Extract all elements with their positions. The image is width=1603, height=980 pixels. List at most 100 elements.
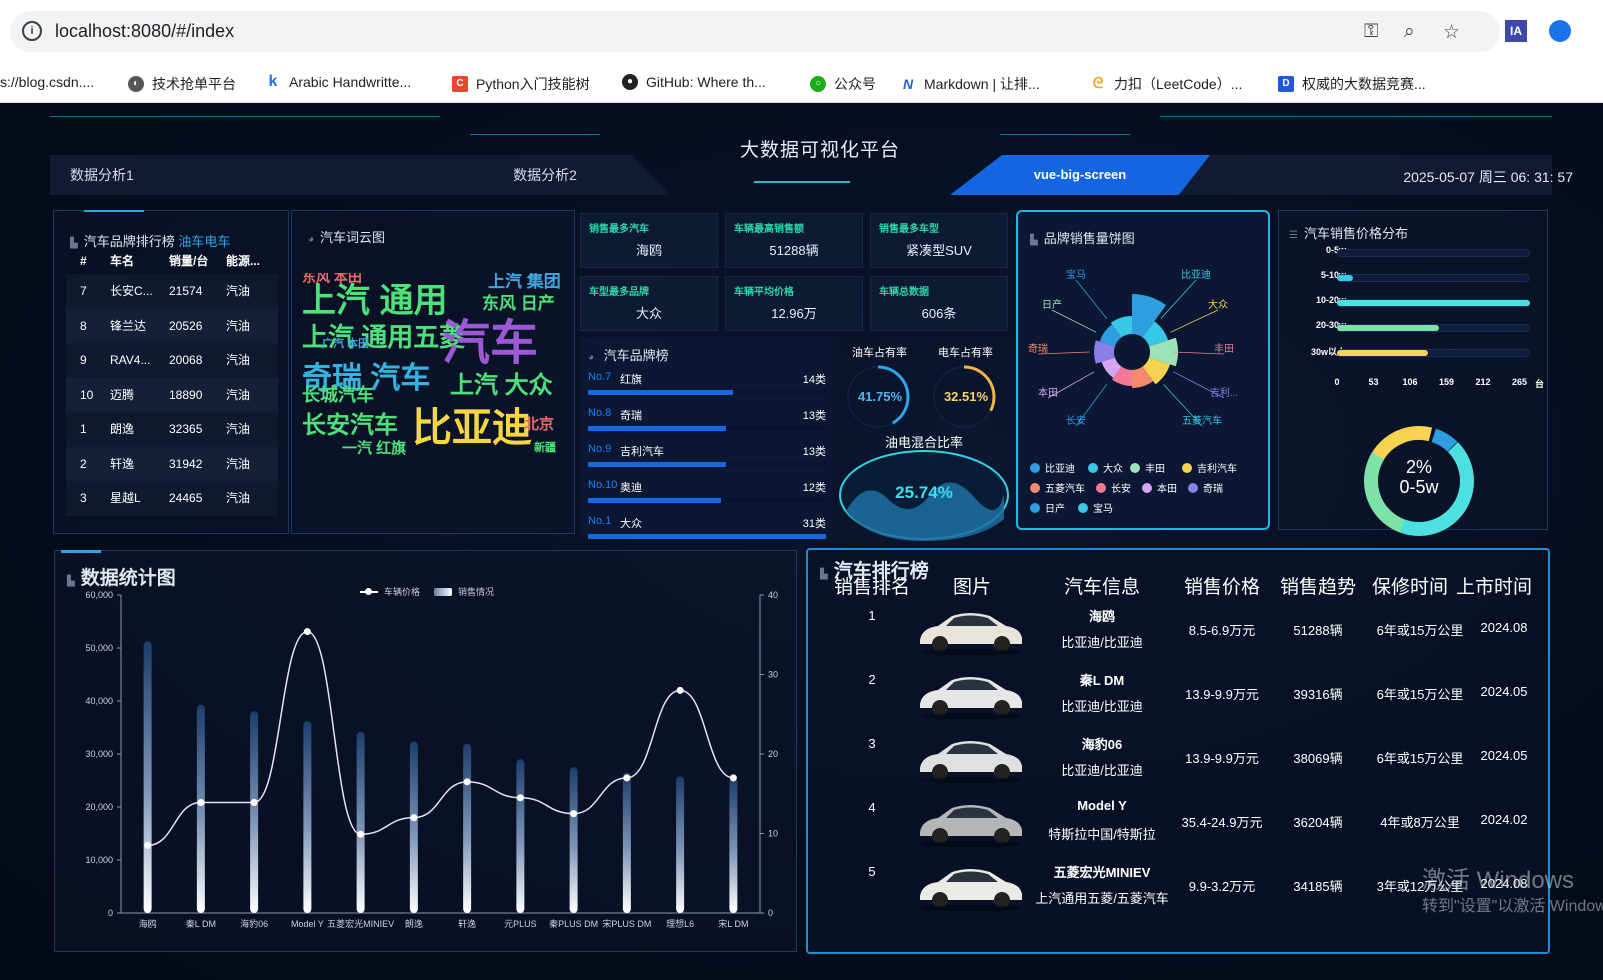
- zoom-icon[interactable]: ⌕: [1404, 21, 1415, 43]
- bar[interactable]: [196, 704, 205, 913]
- windows-watermark-sub: 转到"设置"以激活 Windows。: [1422, 898, 1603, 915]
- bar[interactable]: [516, 759, 525, 913]
- line-point[interactable]: [144, 841, 152, 849]
- warranty-cell: 4年或8万公里: [1380, 815, 1460, 830]
- col-header: 销售趋势: [1279, 577, 1356, 598]
- legend-item[interactable]: 吉利汽车: [1182, 460, 1237, 475]
- axis-tick: 0: [1334, 377, 1340, 387]
- price-bar-row: 10-20w: [1279, 295, 1534, 315]
- line-point[interactable]: [303, 628, 311, 636]
- line-point[interactable]: [516, 794, 524, 802]
- table-row[interactable]: 8 锋兰达 20526 汽油: [66, 308, 278, 343]
- line-point[interactable]: [676, 686, 684, 694]
- brand-count: 13类: [802, 410, 826, 422]
- y-right-tick: 10: [768, 829, 778, 839]
- bookmark-item[interactable]: ᘓ 力扣（LeetCode）...: [1090, 74, 1243, 94]
- address-bar[interactable]: i localhost:8080/#/index: [10, 11, 1500, 52]
- table-row[interactable]: 2 轩逸 31942 汽油: [66, 446, 278, 481]
- axis-tick: 265: [1511, 377, 1528, 387]
- table-row[interactable]: 3 海豹06 比亚迪/比亚迪 13.9-9.9万元 38069辆 6年或15万公里 2024…: [818, 732, 1548, 796]
- address-url[interactable]: localhost:8080/#/index: [55, 21, 234, 42]
- key-icon[interactable]: ⚿: [1364, 21, 1378, 43]
- brand-board-item[interactable]: No.7 红旗 14类: [588, 367, 826, 403]
- brand-count: 14类: [802, 374, 826, 386]
- bar[interactable]: [143, 641, 152, 913]
- legend-item[interactable]: 五菱汽车: [1030, 480, 1085, 495]
- site-info-icon[interactable]: i: [22, 21, 42, 41]
- y-left-tick: 0: [108, 908, 113, 918]
- legend-item[interactable]: 奇瑞: [1188, 480, 1223, 495]
- line-point[interactable]: [729, 774, 737, 782]
- extension-icon[interactable]: [1549, 20, 1571, 42]
- col-header: #: [80, 254, 87, 268]
- bar[interactable]: [356, 731, 365, 913]
- brand-board-item[interactable]: No.9 吉利汽车 13类: [588, 439, 826, 475]
- star-icon[interactable]: ☆: [1443, 21, 1460, 44]
- tab-vue-big-screen[interactable]: vue-big-screen: [950, 155, 1210, 195]
- car-image[interactable]: [914, 606, 1026, 656]
- car-image[interactable]: [914, 862, 1026, 912]
- stats-chart-panel: ▙ 数据统计图 车辆价格 销售情况 0 10,000 20,000 30,000 40,0…: [54, 550, 797, 952]
- bar[interactable]: [250, 711, 259, 913]
- line-point[interactable]: [623, 774, 631, 782]
- table-row[interactable]: 7 长安C... 21574 汽油: [66, 274, 278, 309]
- table-row[interactable]: 9 RAV4... 20068 汽油: [66, 343, 278, 378]
- bookmark-item[interactable]: ○ 公众号: [810, 74, 876, 94]
- brand-board-item[interactable]: No.1 大众 31类: [588, 511, 826, 547]
- bookmark-item[interactable]: ● GitHub: Where th...: [622, 74, 766, 90]
- bar[interactable]: [409, 741, 418, 913]
- bar[interactable]: [303, 721, 312, 913]
- car-image[interactable]: [914, 734, 1026, 784]
- legend-label: 吉利汽车: [1197, 464, 1237, 475]
- pie-label: 比亚迪: [1181, 269, 1211, 281]
- line-point[interactable]: [410, 814, 418, 822]
- car-image[interactable]: [914, 670, 1026, 720]
- y-left-tick: 20,000: [85, 802, 113, 812]
- fuel-toggle[interactable]: 油车电车: [178, 234, 230, 249]
- bookmark-item[interactable]: D 权威的大数据竞赛...: [1278, 74, 1426, 94]
- donut-label: 0-5w: [1399, 477, 1439, 497]
- bar[interactable]: [676, 776, 685, 913]
- table-row[interactable]: 10 迈腾 18890 汽油: [66, 377, 278, 412]
- brand-board-item[interactable]: No.10 奥迪 12类: [588, 475, 826, 511]
- tab-analysis-1[interactable]: 数据分析1: [50, 155, 480, 195]
- line-point[interactable]: [250, 798, 258, 806]
- bookmark-item[interactable]: N Markdown | 让排...: [900, 74, 1040, 94]
- rank-cell: 2: [868, 672, 876, 687]
- legend-item[interactable]: 比亚迪: [1030, 460, 1075, 475]
- pie-icon: ◕: [308, 234, 315, 245]
- col-header: 销售价格: [1183, 577, 1260, 598]
- pie-title-text: 品牌销售量饼图: [1043, 231, 1135, 246]
- bookmark-item[interactable]: k Arabic Handwritte...: [265, 74, 412, 91]
- table-row[interactable]: 3 星越L 24465 汽油: [66, 481, 278, 516]
- table-row[interactable]: 2 秦L DM 比亚迪/比亚迪 13.9-9.9万元 39316辆 6年或15万公里 202…: [818, 668, 1548, 732]
- line-point[interactable]: [463, 778, 471, 786]
- bookmark-item[interactable]: C Python入门技能树: [452, 74, 590, 94]
- bar[interactable]: [463, 743, 472, 913]
- tab-analysis-2[interactable]: 数据分析2: [420, 155, 670, 195]
- extension-ia-icon[interactable]: IA: [1505, 20, 1527, 42]
- legend-item[interactable]: 日产: [1030, 500, 1065, 515]
- progress-fill: [1337, 300, 1530, 306]
- legend-item[interactable]: 长安: [1096, 480, 1131, 495]
- line-point[interactable]: [570, 810, 578, 818]
- bookmark-item[interactable]: ◐ 技术抢单平台: [128, 74, 236, 94]
- bar[interactable]: [729, 777, 738, 913]
- bookmark-item[interactable]: s://blog.csdn....: [0, 74, 94, 90]
- line-point[interactable]: [357, 830, 365, 838]
- stat-label: 车辆最高销售额: [734, 224, 804, 235]
- bar[interactable]: [569, 767, 578, 913]
- legend-item[interactable]: 大众: [1088, 460, 1123, 475]
- table-row[interactable]: 1 朗逸 32365 汽油: [66, 412, 278, 447]
- car-image[interactable]: [914, 798, 1026, 848]
- bar[interactable]: [622, 772, 631, 913]
- table-row[interactable]: 4 Model Y 特斯拉中国/特斯拉 35.4-24.9万元 36204辆 4年或8万公…: [818, 796, 1548, 860]
- line-point[interactable]: [197, 798, 205, 806]
- legend-item[interactable]: 丰田: [1130, 460, 1165, 475]
- table-cell: 朗逸: [110, 422, 135, 436]
- table-row[interactable]: 1 海鸥 比亚迪/比亚迪 8.5-6.9万元 51288辆 6年或15万公里 2024.08: [818, 604, 1548, 668]
- brand-board-item[interactable]: No.8 奇瑞 13类: [588, 403, 826, 439]
- legend-item[interactable]: 本田: [1142, 480, 1177, 495]
- col-header: 能源...: [226, 254, 261, 268]
- legend-item[interactable]: 宝马: [1078, 500, 1113, 515]
